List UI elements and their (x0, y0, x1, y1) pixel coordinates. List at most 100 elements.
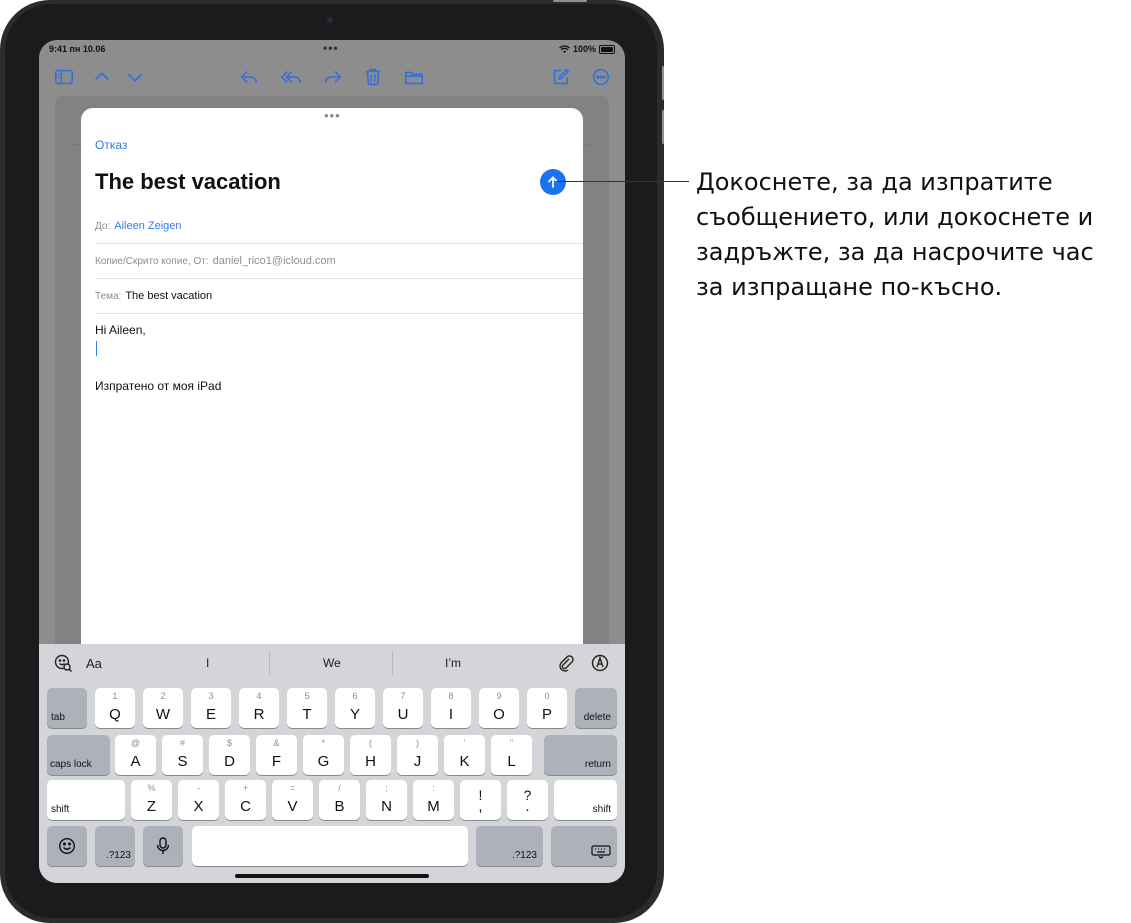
key-label: B (334, 798, 345, 815)
key-o[interactable]: 9O (479, 688, 519, 728)
key-label: O (493, 706, 505, 723)
suggestion-1[interactable]: I (206, 656, 209, 670)
key-z[interactable]: % Z (131, 780, 172, 820)
compose-icon[interactable] (548, 64, 574, 90)
sheet-grabber[interactable]: ••• (324, 109, 341, 122)
emoji-key[interactable] (47, 826, 87, 866)
to-label: До: (95, 220, 111, 232)
key-v[interactable]: = V (272, 780, 313, 820)
key-s[interactable]: # S (162, 735, 203, 775)
key-exclaim-comma[interactable]: ! , (460, 780, 501, 820)
space-bar[interactable] (192, 826, 468, 866)
from-address[interactable]: daniel_rico1@icloud.com (213, 255, 336, 267)
cancel-button[interactable]: Отказ (95, 138, 127, 152)
shift-right-key[interactable]: shift (554, 780, 617, 820)
suggestion-3[interactable]: I’m (445, 656, 461, 670)
markup-icon[interactable] (590, 653, 610, 678)
callout-text: Докоснете, за да изпратите съобщението, … (696, 168, 1094, 301)
key-w[interactable]: 2W (143, 688, 183, 728)
numbers-key-label: .?123 (105, 850, 131, 861)
suggestion-divider (392, 651, 393, 675)
shift-left-key[interactable]: shift (47, 780, 125, 820)
to-field[interactable]: До: Aileen Zeigen (95, 209, 583, 244)
dictation-key[interactable] (143, 826, 183, 866)
more-icon[interactable] (588, 64, 614, 90)
key-c[interactable]: + C (225, 780, 266, 820)
tab-key-label: tab (51, 712, 65, 723)
format-button[interactable]: Aa (86, 656, 102, 671)
key-b[interactable]: / B (319, 780, 360, 820)
key-label: K (459, 753, 470, 770)
text-caret (96, 341, 97, 356)
delete-key[interactable]: delete (575, 688, 617, 728)
body-greeting[interactable]: Hi Aileen, (95, 323, 146, 337)
caps-lock-key[interactable]: caps lock (47, 735, 110, 775)
key-question-period[interactable]: ? . (507, 780, 548, 820)
signature[interactable]: Изпратено от моя iPad (95, 379, 221, 393)
numbers-key-right[interactable]: .?123 (476, 826, 543, 866)
paperclip-icon[interactable] (557, 654, 575, 677)
key-secondary: 9 (496, 691, 502, 701)
folder-icon[interactable] (401, 64, 427, 90)
key-l[interactable]: " L (491, 735, 532, 775)
suggestion-2[interactable]: We (323, 656, 341, 670)
key-secondary: 0 (544, 691, 550, 701)
emoji-search-icon[interactable] (53, 653, 73, 678)
forward-icon[interactable] (320, 64, 346, 90)
key-x[interactable]: -X (178, 780, 219, 820)
key-e[interactable]: 3E (191, 688, 231, 728)
hide-keyboard-key[interactable] (551, 826, 617, 866)
key-t[interactable]: 5T (287, 688, 327, 728)
chevron-down-icon[interactable] (122, 64, 148, 90)
reply-all-icon[interactable] (278, 64, 304, 90)
key-label: V (287, 798, 298, 815)
delete-key-label: delete (583, 712, 611, 723)
return-key[interactable]: return (544, 735, 617, 775)
key-i[interactable]: 8I (431, 688, 471, 728)
key-j[interactable]: ) J (397, 735, 438, 775)
key-k[interactable]: ’ K (444, 735, 485, 775)
key-y[interactable]: 6Y (335, 688, 375, 728)
key-g[interactable]: * G (303, 735, 344, 775)
key-m[interactable]: :M (413, 780, 454, 820)
key-secondary: % (147, 783, 156, 793)
key-label: P (541, 706, 552, 723)
key-u[interactable]: 7U (383, 688, 423, 728)
key-label: Q (109, 706, 121, 723)
key-secondary: ; (385, 783, 388, 793)
battery-icon (599, 44, 615, 54)
send-button[interactable] (540, 169, 566, 195)
key-secondary: 6 (352, 691, 358, 701)
key-q[interactable]: 1Q (95, 688, 135, 728)
key-secondary: 3 (208, 691, 214, 701)
key-secondary: ’ (463, 738, 466, 748)
key-secondary: * (321, 738, 326, 748)
key-h[interactable]: (H (350, 735, 391, 775)
key-d[interactable]: $ D (209, 735, 250, 775)
key-secondary: - (197, 783, 200, 793)
key-secondary: 2 (160, 691, 166, 701)
key-p[interactable]: 0P (527, 688, 567, 728)
reply-icon[interactable] (236, 64, 262, 90)
sidebar-icon[interactable] (51, 64, 77, 90)
key-n[interactable]: ; N (366, 780, 407, 820)
to-recipient[interactable]: Aileen Zeigen (114, 220, 181, 232)
key-symbol-bottom: . (525, 798, 530, 815)
subject-field[interactable]: Тема: The best vacation (95, 279, 583, 314)
cc-from-field[interactable]: Копие/Скрито копие, От: daniel_rico1@icl… (95, 244, 583, 279)
multitasking-dots[interactable]: ••• (323, 41, 339, 55)
key-label: W (155, 706, 171, 723)
numbers-key-left[interactable]: .?123 (95, 826, 135, 866)
key-label: U (397, 706, 409, 723)
key-f[interactable]: & F (256, 735, 297, 775)
key-a[interactable]: @ A (115, 735, 156, 775)
shift-label: shift (51, 804, 70, 815)
key-r[interactable]: 4R (239, 688, 279, 728)
key-label: S (177, 753, 188, 770)
trash-icon[interactable] (360, 64, 386, 90)
tab-key[interactable]: tab (47, 688, 87, 728)
home-indicator[interactable] (235, 874, 429, 878)
subject-input[interactable]: The best vacation (125, 290, 212, 302)
key-secondary: = (289, 783, 296, 793)
chevron-up-icon[interactable] (89, 64, 115, 90)
